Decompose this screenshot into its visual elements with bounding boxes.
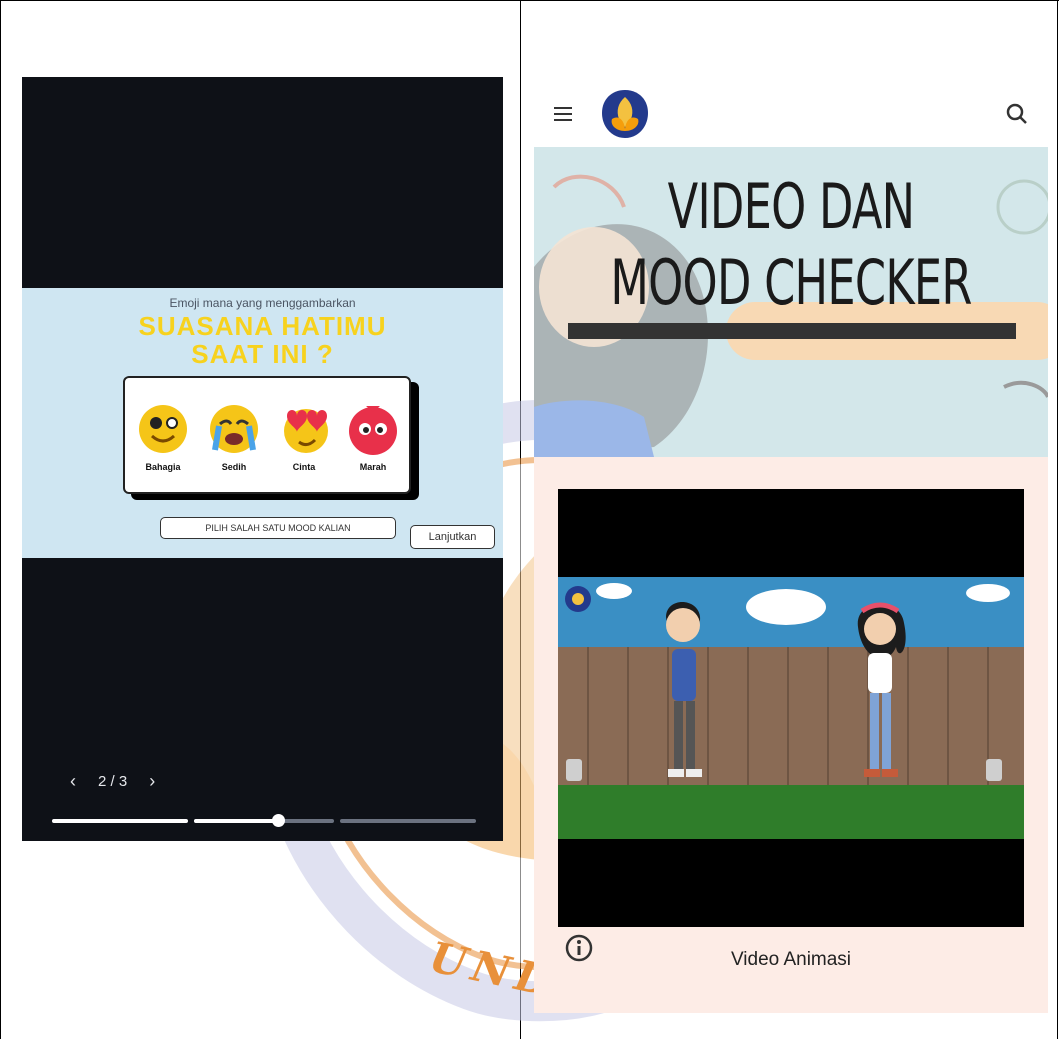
top-bar: [534, 77, 1048, 147]
mood-prompt: PILIH SALAH SATU MOOD KALIAN: [160, 517, 396, 539]
emoji-card: Bahagia Sedih Cinta Marah: [123, 376, 411, 494]
slide-title-line2: SAAT INI ?: [191, 339, 334, 369]
story-viewer: Emoji mana yang menggambarkan SUASANA HA…: [22, 77, 503, 841]
story-pager: ‹ 2 / 3 ›: [70, 771, 155, 791]
hero-banner: VIDEO DAN MOOD CHECKER: [534, 147, 1048, 457]
progress-segment-2: [194, 819, 334, 823]
university-logo-icon[interactable]: [598, 87, 652, 141]
mood-slide: Emoji mana yang menggambarkan SUASANA HA…: [22, 288, 503, 558]
page-indicator: 2 / 3: [98, 772, 128, 790]
hero-divider-bar: [568, 323, 1016, 339]
chevron-left-icon[interactable]: ‹: [70, 771, 76, 792]
story-progress[interactable]: [52, 814, 476, 827]
search-icon[interactable]: [1004, 101, 1030, 127]
video-player[interactable]: [558, 489, 1024, 927]
page-frame-top: [0, 0, 1059, 1]
website-screen: VIDEO DAN MOOD CHECKER Video Animasi: [534, 77, 1048, 1013]
video-caption: Video Animasi: [730, 949, 852, 970]
slide-title-line1: SUASANA HATIMU: [138, 311, 387, 341]
hero-title-line1: VIDEO DAN: [667, 170, 915, 243]
crying-face-icon[interactable]: [207, 402, 261, 456]
emoji-label-angry: Marah: [359, 462, 387, 472]
slide-title: SUASANA HATIMU SAAT INI ?: [22, 312, 503, 368]
page-frame-left: [0, 0, 1, 1039]
slide-subtitle: Emoji mana yang menggambarkan: [169, 296, 356, 310]
emoji-label-happy: Bahagia: [145, 462, 181, 472]
progress-segment-2-fill: [194, 819, 278, 823]
hamburger-menu-icon[interactable]: [554, 107, 572, 121]
video-frame: [558, 577, 1024, 839]
continue-button[interactable]: Lanjutkan: [410, 525, 495, 549]
page-frame-right: [1057, 0, 1058, 1039]
love-face-icon[interactable]: [277, 402, 331, 456]
video-card: Video Animasi: [534, 457, 1048, 1013]
progress-segment-3: [340, 819, 476, 823]
hero-title: VIDEO DAN MOOD CHECKER: [606, 169, 976, 321]
happy-face-icon[interactable]: [136, 402, 190, 456]
progress-knob[interactable]: [272, 814, 285, 827]
emoji-label-sad: Sedih: [221, 462, 247, 472]
hero-title-line2: MOOD CHECKER: [610, 246, 972, 319]
angry-face-icon[interactable]: [346, 402, 400, 456]
chevron-right-icon[interactable]: ›: [149, 771, 155, 792]
emoji-label-love: Cinta: [292, 462, 316, 472]
progress-segment-1: [52, 819, 188, 823]
